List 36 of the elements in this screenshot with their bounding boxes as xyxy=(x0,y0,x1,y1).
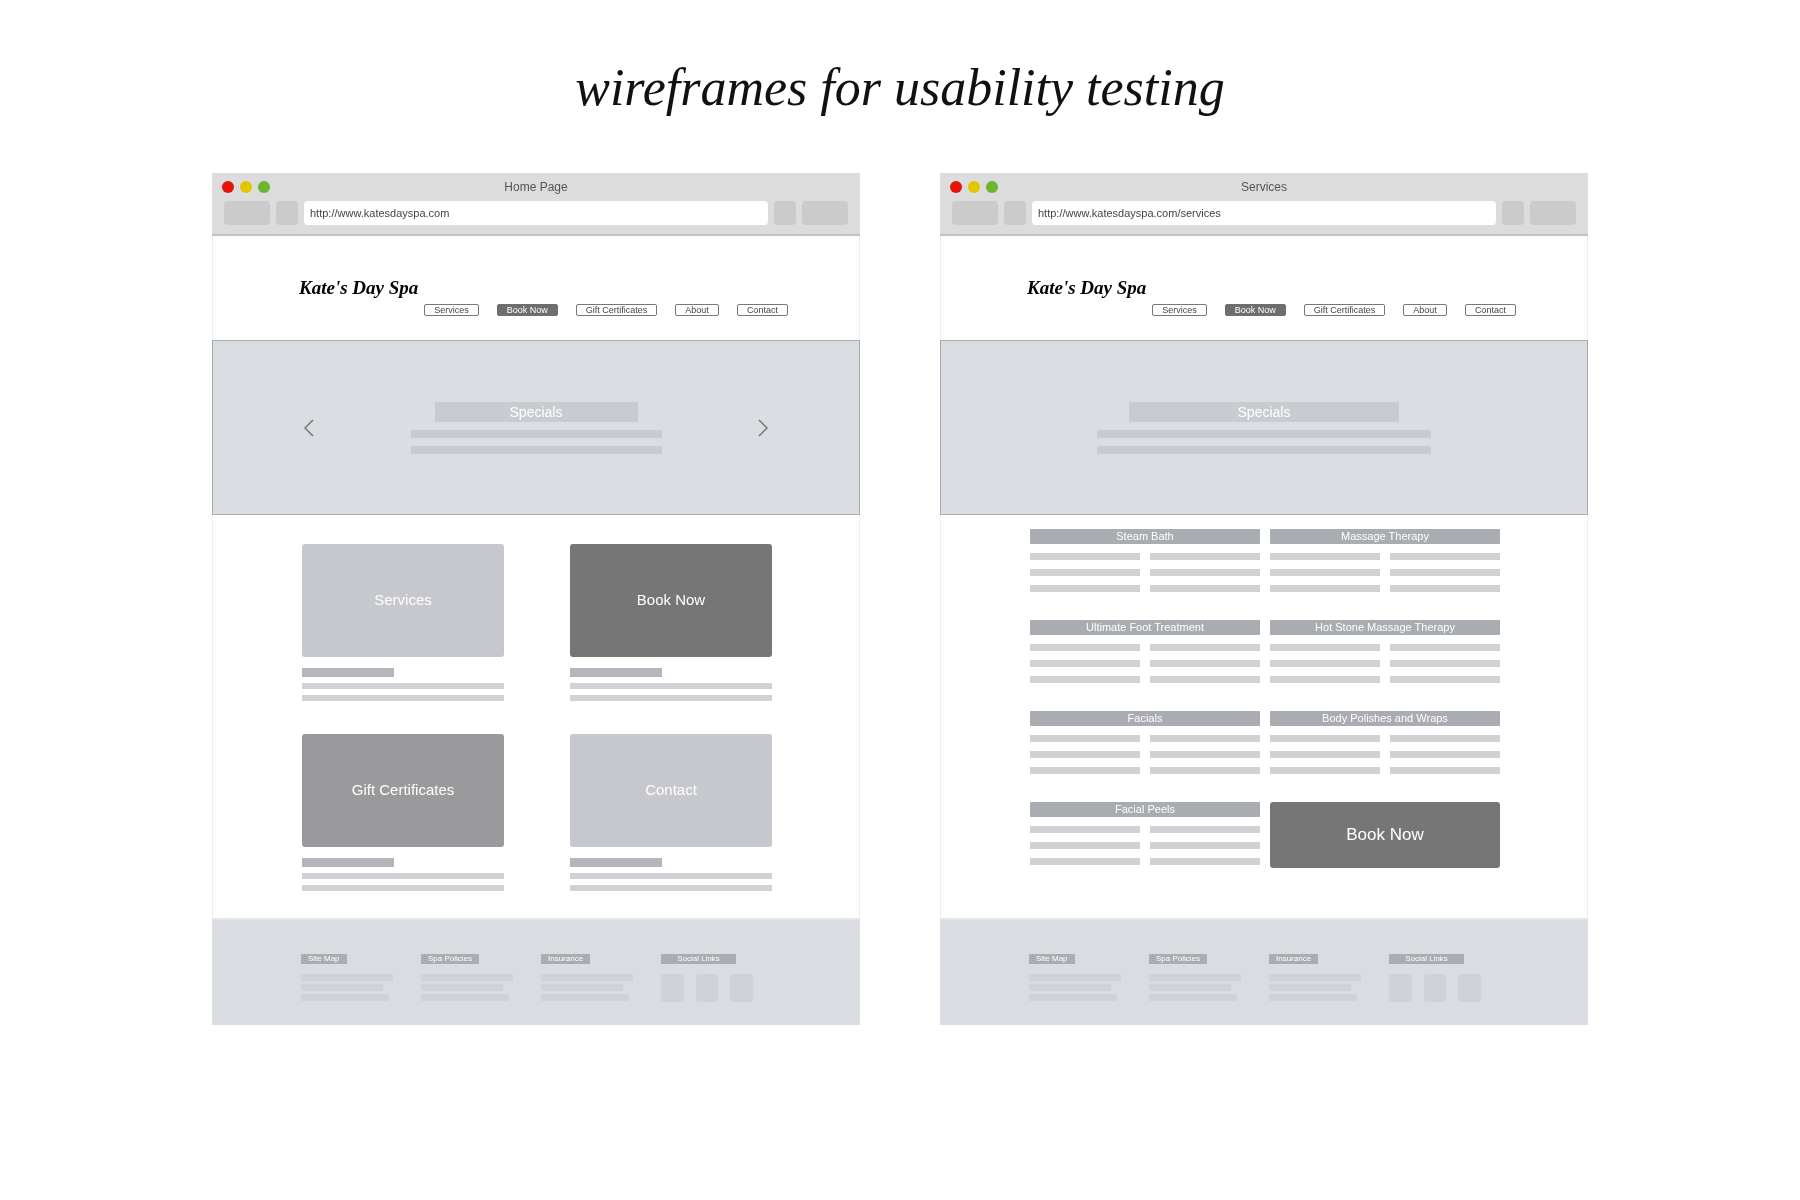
address-bar[interactable]: http://www.katesdayspa.com/services xyxy=(1032,201,1496,225)
section-heading: Massage Therapy xyxy=(1270,529,1500,544)
page-heading: wireframes for usability testing xyxy=(575,58,1225,118)
site-logo[interactable]: Kate's Day Spa xyxy=(299,274,419,303)
window-title: Home Page xyxy=(504,179,568,196)
footer-heading: Site Map xyxy=(301,954,347,964)
footer-heading: Site Map xyxy=(1029,954,1075,964)
chevron-right-icon[interactable] xyxy=(757,418,769,437)
nav-button[interactable]: Gift Certificates xyxy=(1303,304,1386,316)
section-heading: Facials xyxy=(1030,711,1260,726)
nav-button[interactable]: Book Now xyxy=(496,304,558,316)
section-heading: Ultimate Foot Treatment xyxy=(1030,620,1260,635)
address-bar[interactable]: http://www.katesdayspa.com xyxy=(304,201,768,225)
nav-tile[interactable]: Book Now xyxy=(570,544,772,657)
book-now-button[interactable]: Book Now xyxy=(1270,802,1500,868)
footer-heading: Spa Policies xyxy=(421,954,480,964)
nav-button[interactable]: Services xyxy=(424,304,479,316)
nav-button[interactable]: Book Now xyxy=(1224,304,1286,316)
nav-button[interactable]: About xyxy=(675,304,719,316)
window-title: Services xyxy=(1241,179,1287,196)
section-heading: Body Polishes and Wraps xyxy=(1270,711,1500,726)
section-heading: Steam Bath xyxy=(1030,529,1260,544)
section-heading: Facial Peels xyxy=(1030,802,1260,817)
section-heading: Hot Stone Massage Therapy xyxy=(1270,620,1500,635)
footer-heading: Insurance xyxy=(1269,954,1319,964)
footer-heading: Insurance xyxy=(541,954,591,964)
nav-button[interactable]: Gift Certificates xyxy=(575,304,658,316)
nav-button[interactable]: Services xyxy=(1152,304,1207,316)
footer-heading: Spa Policies xyxy=(1149,954,1208,964)
footer-heading: Social Links xyxy=(1389,954,1464,964)
footer-heading: Social Links xyxy=(661,954,736,964)
chevron-left-icon[interactable] xyxy=(303,418,315,437)
nav-button[interactable]: Contact xyxy=(736,304,788,316)
site-logo[interactable]: Kate's Day Spa xyxy=(1027,274,1147,303)
nav-button[interactable]: Contact xyxy=(1464,304,1516,316)
nav-button[interactable]: About xyxy=(1403,304,1447,316)
